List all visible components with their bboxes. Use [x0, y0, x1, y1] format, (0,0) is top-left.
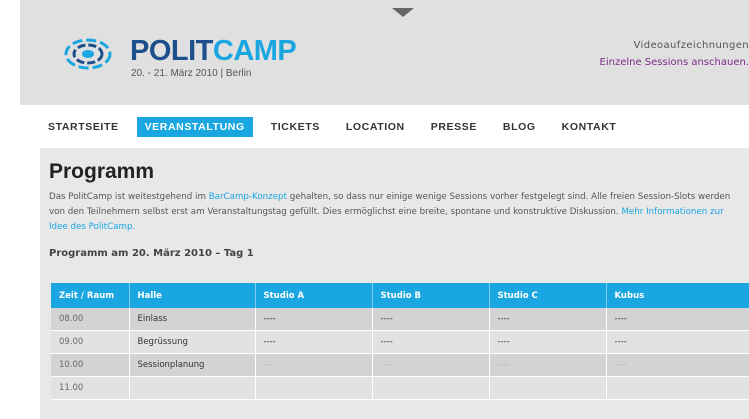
table-row: 08.00 Einlass ---- ---- ---- ----	[51, 308, 749, 331]
politcamp-logo-icon[interactable]	[64, 37, 112, 71]
table-cell: Einlass	[129, 308, 256, 331]
table-cell: ----	[255, 353, 373, 377]
table-cell-time: 09.00	[51, 330, 130, 354]
table-cell-time: 11.00	[51, 376, 130, 400]
table-cell: ----	[372, 330, 490, 354]
logo-text-polit: POLIT	[130, 35, 213, 67]
table-row: 11.00	[51, 376, 749, 400]
table-cell: ----	[489, 330, 607, 354]
view-sessions-link[interactable]: Einzelne Sessions anschauen.	[600, 57, 749, 68]
table-cell: Sessionplanung	[129, 353, 256, 377]
nav-item-veranstaltung[interactable]: VERANSTALTUNG	[136, 117, 253, 137]
table-cell: ----	[606, 330, 749, 354]
col-header-kubus: Kubus	[606, 283, 749, 308]
intro-paragraph: Das PolitCamp ist weitestgehend im BarCa…	[49, 190, 739, 235]
logo-text-camp: CAMP	[212, 35, 297, 67]
table-cell: ----	[489, 308, 607, 331]
table-cell: ----	[255, 330, 373, 354]
table-cell-time: 08.00	[51, 308, 130, 331]
col-header-studio-a: Studio A	[255, 283, 373, 308]
col-header-studio-c: Studio C	[489, 283, 607, 308]
header-notch	[392, 8, 414, 17]
logo-date-location: 20. - 21. März 2010 | Berlin	[131, 68, 252, 79]
intro-text-1: Das PolitCamp ist weitestgehend im	[49, 192, 209, 202]
table-cell	[606, 376, 749, 400]
site-logo-text[interactable]: POLITCAMP	[130, 35, 297, 67]
nav-item-location[interactable]: LOCATION	[338, 117, 413, 137]
col-header-halle: Halle	[129, 283, 256, 308]
schedule-table: Zeit / Raum Halle Studio A Studio B Stud…	[51, 283, 749, 400]
nav-item-kontakt[interactable]: KONTAKT	[554, 117, 625, 137]
nav-item-tickets[interactable]: TICKETS	[263, 117, 328, 137]
nav-item-presse[interactable]: PRESSE	[423, 117, 485, 137]
table-cell: ----	[606, 308, 749, 331]
col-header-time-room: Zeit / Raum	[51, 283, 130, 308]
table-cell: ----	[372, 353, 490, 377]
table-cell-time: 10.00	[51, 353, 130, 377]
site-header: POLITCAMP 20. - 21. März 2010 | Berlin V…	[20, 0, 749, 105]
table-cell	[255, 376, 373, 400]
table-row: 09.00 Begrüssung ---- ---- ---- ----	[51, 330, 749, 354]
table-cell	[489, 376, 607, 400]
video-recordings-label: Videoaufzeichnungen	[633, 40, 749, 51]
table-cell: ----	[255, 308, 373, 331]
page-title: Programm	[49, 160, 155, 183]
barcamp-concept-link[interactable]: BarCamp-Konzept	[209, 192, 287, 202]
program-day-heading: Programm am 20. März 2010 – Tag 1	[49, 248, 254, 259]
table-cell: ----	[489, 353, 607, 377]
table-cell	[129, 376, 256, 400]
table-header-row: Zeit / Raum Halle Studio A Studio B Stud…	[51, 283, 749, 308]
nav-item-blog[interactable]: BLOG	[495, 117, 544, 137]
table-cell: Begrüssung	[129, 330, 256, 354]
table-cell	[372, 376, 490, 400]
table-cell: ----	[606, 353, 749, 377]
main-nav: STARTSEITE VERANSTALTUNG TICKETS LOCATIO…	[40, 117, 634, 139]
nav-item-startseite[interactable]: STARTSEITE	[40, 117, 127, 137]
table-row: 10.00 Sessionplanung ---- ---- ---- ----	[51, 353, 749, 377]
col-header-studio-b: Studio B	[372, 283, 490, 308]
table-cell: ----	[372, 308, 490, 331]
